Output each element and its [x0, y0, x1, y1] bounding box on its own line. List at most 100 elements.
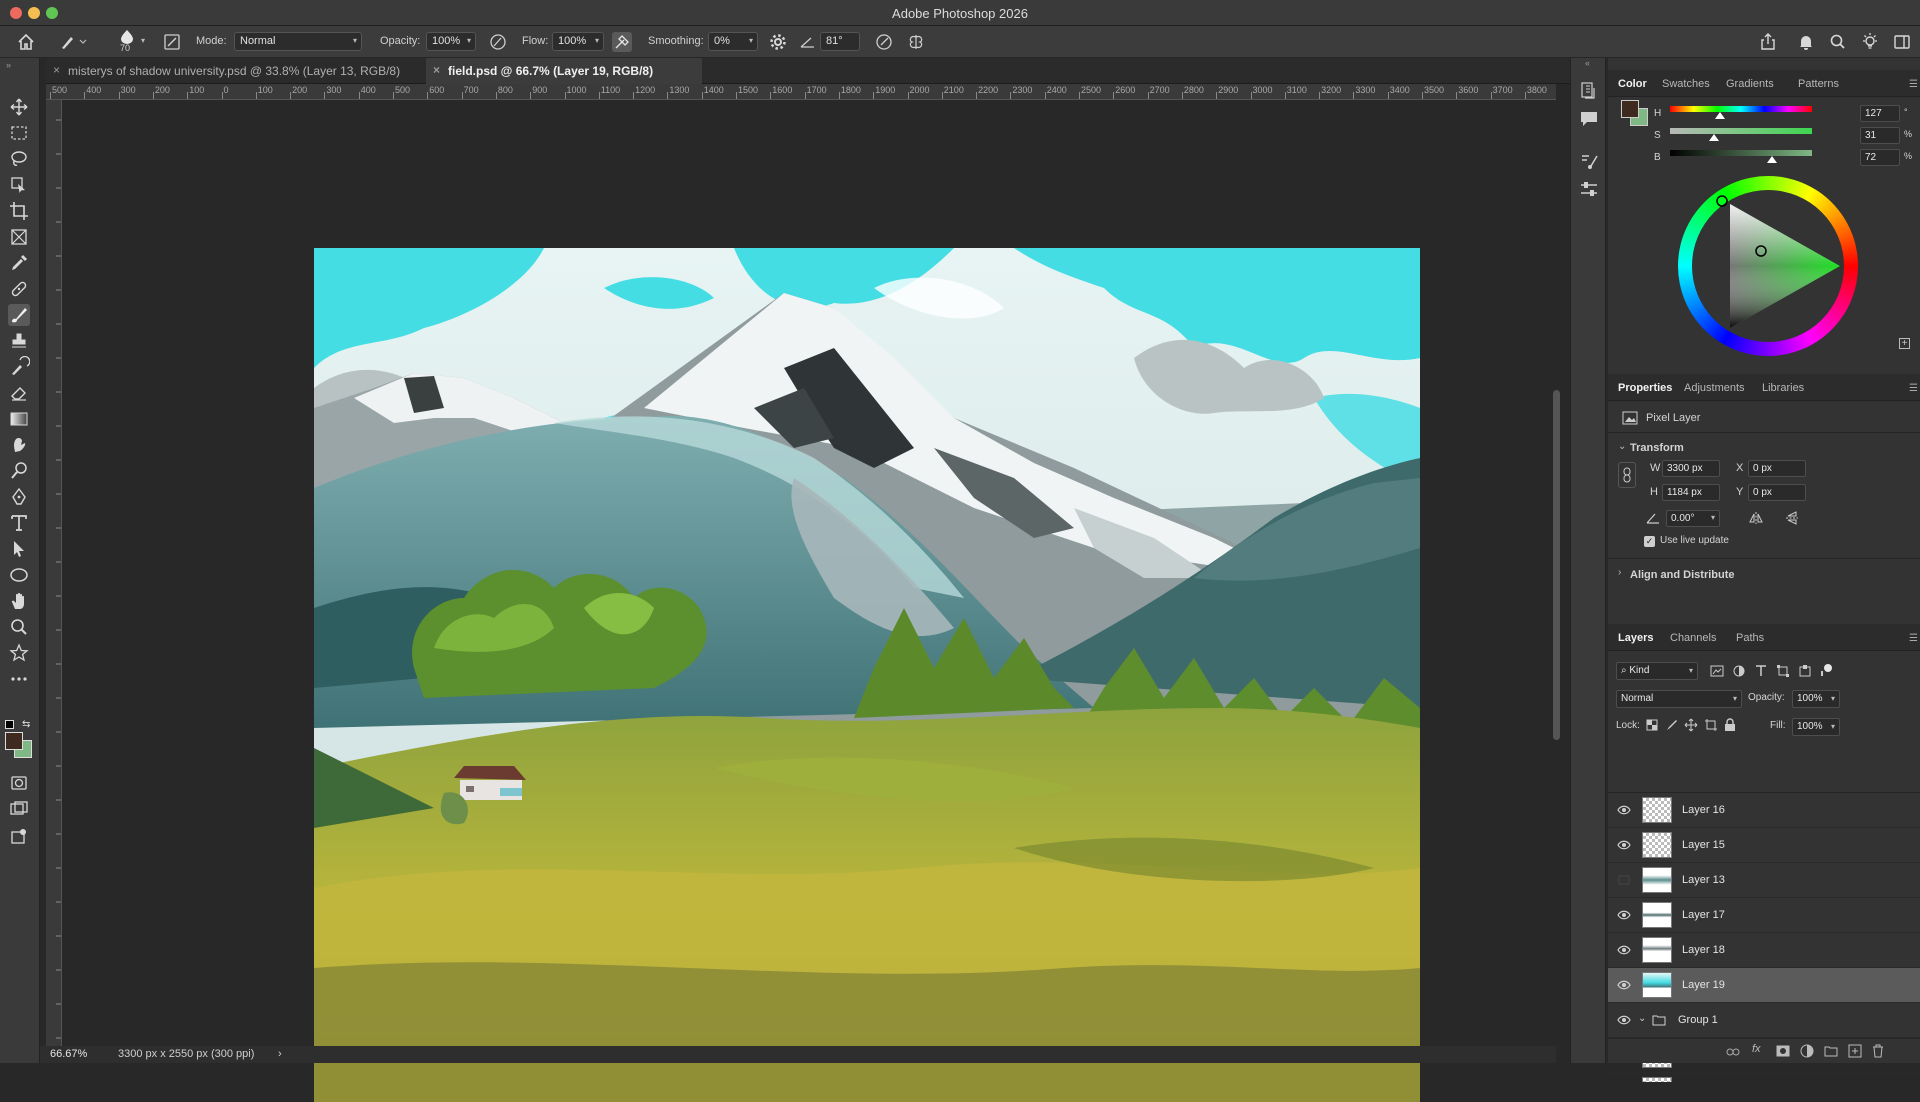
eye-icon[interactable] — [1617, 910, 1631, 920]
saturation-field[interactable]: 31 — [1860, 127, 1900, 144]
brush-settings-toggle-icon[interactable] — [162, 32, 182, 52]
hue-slider-thumb[interactable] — [1714, 112, 1725, 119]
pen-tool-icon[interactable] — [8, 486, 30, 508]
tab-patterns[interactable]: Patterns — [1798, 78, 1839, 90]
filter-adjustment-icon[interactable] — [1732, 664, 1746, 678]
pressure-opacity-icon[interactable] — [488, 32, 508, 52]
layer-row[interactable]: Layer 17 — [1608, 898, 1920, 933]
path-selection-tool-icon[interactable] — [8, 538, 30, 560]
tab-field[interactable]: × field.psd @ 66.7% (Layer 19, RGB/8) — [426, 58, 702, 84]
height-field[interactable]: 1184 px — [1662, 484, 1720, 501]
angle-field[interactable]: 0.00° ▾ — [1666, 510, 1720, 527]
saturation-slider[interactable] — [1670, 128, 1812, 141]
layer-row[interactable]: Layer 16 — [1608, 793, 1920, 828]
tab-libraries[interactable]: Libraries — [1762, 382, 1804, 394]
brightness-field[interactable]: 72 — [1860, 149, 1900, 166]
edit-toolbar-icon[interactable] — [8, 826, 30, 848]
panel-menu-icon[interactable]: ☰ — [1909, 633, 1918, 644]
chevron-down-icon[interactable]: ⌄ — [1638, 1013, 1646, 1024]
flip-horizontal-icon[interactable] — [1748, 510, 1764, 526]
brightness-slider-thumb[interactable] — [1767, 156, 1778, 163]
vertical-scrollbar[interactable] — [1553, 390, 1560, 740]
brush-size-picker[interactable]: 70 — [116, 28, 138, 56]
tab-swatches[interactable]: Swatches — [1662, 78, 1710, 90]
workspace-icon[interactable] — [1892, 32, 1912, 52]
tab-misterys[interactable]: × misterys of shadow university.psd @ 33… — [46, 58, 426, 84]
ellipse-tool-icon[interactable] — [8, 564, 30, 586]
opacity-field[interactable]: 100% ▾ — [426, 32, 476, 51]
new-group-icon[interactable] — [1824, 1045, 1838, 1057]
add-mask-icon[interactable] — [1776, 1045, 1790, 1057]
eye-icon[interactable] — [1617, 875, 1631, 885]
live-update-checkbox[interactable]: ✓ — [1644, 536, 1655, 547]
frame-tool-icon[interactable] — [8, 226, 30, 248]
brightness-slider[interactable] — [1670, 150, 1812, 163]
gear-icon[interactable] — [768, 32, 788, 52]
close-icon[interactable]: × — [53, 63, 60, 77]
collapse-toolbar-icon[interactable]: » — [6, 60, 11, 70]
adjustments-sliders-icon[interactable] — [1578, 178, 1600, 200]
eye-icon[interactable] — [1617, 945, 1631, 955]
angle-field[interactable]: 81° — [820, 32, 860, 51]
tab-adjustments[interactable]: Adjustments — [1684, 382, 1745, 394]
transform-title[interactable]: Transform — [1630, 442, 1684, 454]
status-menu-arrow[interactable]: › — [278, 1048, 282, 1060]
eye-icon[interactable] — [1617, 805, 1631, 815]
flow-field[interactable]: 100% ▾ — [552, 32, 604, 51]
crop-tool-icon[interactable] — [8, 200, 30, 222]
quick-mask-icon[interactable] — [8, 772, 30, 794]
gradient-tool-icon[interactable] — [8, 408, 30, 430]
panel-menu-icon[interactable]: ☰ — [1909, 79, 1918, 90]
chevron-down-icon[interactable]: ▾ — [141, 36, 145, 45]
fill-field[interactable]: 100% ▾ — [1792, 718, 1840, 736]
trash-icon[interactable] — [1872, 1044, 1884, 1058]
link-icon[interactable] — [1618, 462, 1636, 488]
layer-row[interactable]: Layer 18 — [1608, 933, 1920, 968]
flip-vertical-icon[interactable] — [1784, 510, 1800, 526]
screen-mode-icon[interactable] — [8, 798, 30, 820]
collapse-panels-icon[interactable]: « — [1585, 58, 1590, 68]
y-field[interactable]: 0 px — [1748, 484, 1806, 501]
link-layers-icon[interactable] — [1726, 1045, 1740, 1059]
layer-filter-select[interactable]: ⌕ Kind ▾ — [1616, 662, 1698, 680]
hand-tool-icon[interactable] — [8, 590, 30, 612]
color-wheel[interactable] — [1678, 176, 1858, 356]
healing-brush-tool-icon[interactable] — [8, 278, 30, 300]
layer-row[interactable]: Layer 19 — [1608, 968, 1920, 1003]
bell-icon[interactable] — [1796, 32, 1816, 52]
document-canvas[interactable] — [314, 248, 1420, 1102]
brush-preset-icon[interactable] — [58, 32, 87, 52]
saturation-slider-thumb[interactable] — [1709, 134, 1720, 141]
marquee-tool-icon[interactable] — [8, 122, 30, 144]
filter-smart-object-icon[interactable] — [1798, 664, 1812, 678]
tab-properties[interactable]: Properties — [1618, 382, 1672, 394]
comments-panel-icon[interactable] — [1578, 108, 1600, 130]
filter-toggle-icon[interactable] — [1818, 662, 1836, 680]
tab-paths[interactable]: Paths — [1736, 632, 1764, 644]
lasso-tool-icon[interactable] — [8, 148, 30, 170]
filter-pixel-icon[interactable] — [1710, 664, 1724, 678]
zoom-level[interactable]: 66.67% — [50, 1048, 87, 1060]
align-distribute-title[interactable]: Align and Distribute — [1630, 569, 1735, 581]
eye-icon[interactable] — [1617, 840, 1631, 850]
lock-transparent-icon[interactable] — [1646, 719, 1658, 731]
home-icon[interactable] — [16, 32, 36, 52]
zoom-tool-icon[interactable] — [8, 616, 30, 638]
filter-type-icon[interactable] — [1754, 664, 1768, 678]
star-shape-tool-icon[interactable] — [8, 642, 30, 664]
eraser-tool-icon[interactable] — [8, 382, 30, 404]
blend-mode-select[interactable]: Normal ▾ — [1616, 690, 1742, 708]
new-layer-icon[interactable] — [1848, 1044, 1862, 1058]
lock-all-icon[interactable] — [1724, 718, 1736, 732]
tab-color[interactable]: Color — [1618, 78, 1647, 90]
eye-icon[interactable] — [1617, 980, 1631, 990]
smudge-tool-icon[interactable] — [8, 434, 30, 456]
eyedropper-tool-icon[interactable] — [8, 252, 30, 274]
type-tool-icon[interactable] — [8, 512, 30, 534]
more-tools-icon[interactable] — [8, 668, 30, 690]
x-field[interactable]: 0 px — [1748, 460, 1806, 477]
hue-slider[interactable] — [1670, 106, 1812, 119]
hue-field[interactable]: 127 — [1860, 105, 1900, 122]
panel-menu-icon[interactable]: ☰ — [1909, 383, 1918, 394]
canvas-area[interactable] — [62, 100, 1556, 1102]
